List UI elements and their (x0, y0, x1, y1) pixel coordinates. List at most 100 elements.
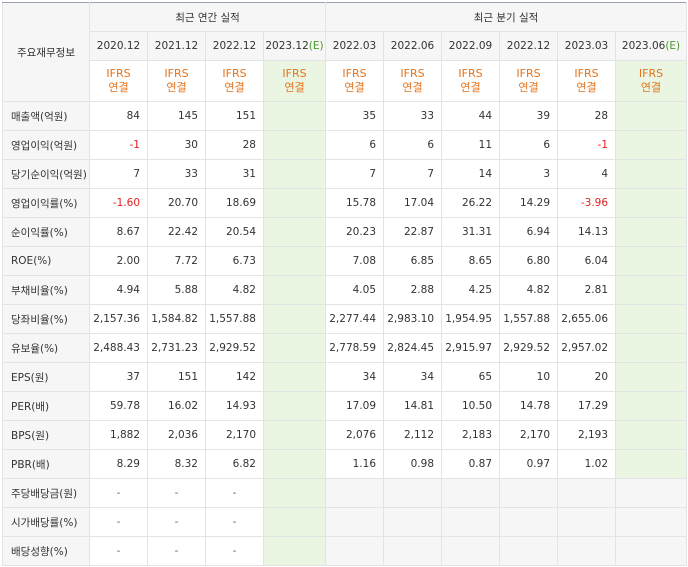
annual-value-cell (262, 159, 327, 189)
annual-value-cell: - (147, 536, 206, 566)
quarterly-value-cell (615, 420, 688, 450)
period-label: 2022.03 (332, 40, 377, 52)
quarterly-value-cell: 3 (499, 159, 559, 189)
quarterly-value-cell: 7 (325, 159, 385, 189)
quarterly-value-cell: 6.80 (499, 246, 559, 276)
annual-value-cell: 33 (147, 159, 206, 189)
financial-summary-table: 주요재무정보 최근 연간 실적 최근 분기 실적 2020.12 2021.12 2… (2, 2, 688, 566)
annual-value-cell: - (147, 478, 206, 508)
quarterly-value-cell: 6.94 (499, 217, 559, 247)
annual-period-header: 2021.12 (147, 31, 206, 61)
quarterly-value-cell: 2,824.45 (383, 333, 443, 363)
annual-value-cell: 31 (205, 159, 264, 189)
annual-value-cell: - (205, 507, 264, 537)
quarterly-value-cell: 11 (441, 130, 501, 160)
quarterly-value-cell: 17.29 (557, 391, 617, 421)
row-label: 시가배당률(%) (2, 507, 90, 537)
quarterly-value-cell: 17.04 (383, 188, 443, 218)
quarterly-value-cell: 2,983.10 (383, 304, 443, 334)
table-row: 순이익률(%) 8.67 22.42 20.54 20.23 22.87 31.31 6.94… (2, 217, 688, 247)
period-label: 2022.12 (506, 40, 551, 52)
annual-value-cell: 2.00 (89, 246, 148, 276)
row-label: PER(배) (2, 391, 90, 421)
quarterly-value-cell (615, 188, 688, 218)
quarterly-value-cell: 6.85 (383, 246, 443, 276)
quarterly-value-cell: 39 (499, 101, 559, 131)
table-row: 시가배당률(%) - - - (2, 507, 688, 537)
quarterly-value-cell (615, 304, 688, 334)
table-row: 주당배당금(원) - - - (2, 478, 688, 508)
quarterly-value-cell: 2,957.02 (557, 333, 617, 363)
ifrs-label: IFRS 연결 (325, 60, 385, 102)
ifrs-line1: IFRS (458, 67, 483, 80)
annual-value-cell: 20.54 (205, 217, 264, 247)
quarterly-value-cell: 2,655.06 (557, 304, 617, 334)
annual-value-cell: 8.67 (89, 217, 148, 247)
quarterly-value-cell: 17.09 (325, 391, 385, 421)
ifrs-label: IFRS 연결 (499, 60, 559, 102)
quarterly-value-cell: 10 (499, 362, 559, 392)
quarterly-value-cell (615, 217, 688, 247)
annual-value-cell: - (205, 536, 264, 566)
quarterly-value-cell: 6.04 (557, 246, 617, 276)
annual-value-cell (262, 507, 327, 537)
period-label: 2022.06 (390, 40, 435, 52)
quarterly-period-header: 2022.03 (325, 31, 385, 61)
quarterly-group-header: 최근 분기 실적 (325, 2, 688, 32)
ifrs-line1: IFRS (164, 67, 189, 80)
quarterly-value-cell (615, 159, 688, 189)
annual-value-cell: 145 (147, 101, 206, 131)
quarterly-value-cell: 35 (325, 101, 385, 131)
quarterly-value-cell: 1,954.95 (441, 304, 501, 334)
annual-value-cell: -1 (89, 130, 148, 160)
quarterly-value-cell (325, 507, 385, 537)
quarterly-value-cell: 15.78 (325, 188, 385, 218)
row-label: PBR(배) (2, 449, 90, 479)
quarterly-period-header: 2023.03 (557, 31, 617, 61)
quarterly-value-cell: 44 (441, 101, 501, 131)
table-row: EPS(원) 37 151 142 34 34 65 10 20 (2, 362, 688, 392)
quarterly-value-cell (325, 478, 385, 508)
quarterly-value-cell: -1 (557, 130, 617, 160)
table-row: 배당성향(%) - - - (2, 536, 688, 566)
quarterly-value-cell (557, 507, 617, 537)
quarterly-value-cell: 0.87 (441, 449, 501, 479)
ifrs-label: IFRS 연결 (89, 60, 148, 102)
annual-value-cell: 28 (205, 130, 264, 160)
annual-value-cell: 2,036 (147, 420, 206, 450)
annual-value-cell: - (89, 536, 148, 566)
quarterly-value-cell (615, 130, 688, 160)
quarterly-value-cell (615, 449, 688, 479)
table-row: 부채비율(%) 4.94 5.88 4.82 4.05 2.88 4.25 4.82 2.81 (2, 275, 688, 305)
ifrs-line1: IFRS (638, 67, 664, 80)
annual-value-cell (262, 391, 327, 421)
row-label: 유보율(%) (2, 333, 90, 363)
quarterly-value-cell: 6 (325, 130, 385, 160)
annual-value-cell: 22.42 (147, 217, 206, 247)
annual-value-cell (262, 478, 327, 508)
quarterly-value-cell: 28 (557, 101, 617, 131)
quarterly-value-cell: 2.88 (383, 275, 443, 305)
annual-value-cell: 7.72 (147, 246, 206, 276)
annual-value-cell (262, 130, 327, 160)
table-row: 당기순이익(억원) 7 33 31 7 7 14 3 4 (2, 159, 688, 189)
quarterly-value-cell (557, 478, 617, 508)
annual-value-cell: 30 (147, 130, 206, 160)
ifrs-line1: IFRS (106, 67, 131, 80)
annual-value-cell: 14.93 (205, 391, 264, 421)
ifrs-line2: 연결 (518, 81, 539, 94)
quarterly-value-cell (441, 536, 501, 566)
quarterly-value-cell (615, 478, 688, 508)
quarterly-period-header: 2022.06 (383, 31, 443, 61)
quarterly-value-cell: 26.22 (441, 188, 501, 218)
ifrs-line2: 연결 (576, 81, 597, 94)
quarterly-value-cell (325, 536, 385, 566)
annual-period-header: 2022.12 (205, 31, 264, 61)
annual-value-cell: - (147, 507, 206, 537)
period-label: 2023.03 (564, 40, 609, 52)
annual-value-cell (262, 449, 327, 479)
quarterly-value-cell (615, 507, 688, 537)
annual-value-cell: 4.82 (205, 275, 264, 305)
ifrs-label: IFRS 연결 (262, 60, 327, 102)
quarterly-value-cell: 0.98 (383, 449, 443, 479)
